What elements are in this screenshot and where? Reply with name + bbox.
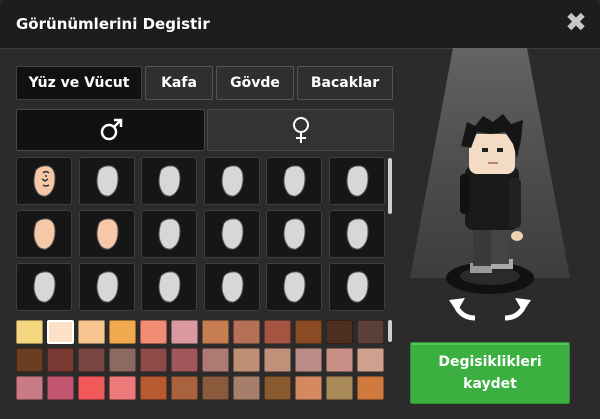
save-changes-button[interactable]: Degisiklikleri kaydet — [410, 342, 570, 404]
face-placeholder-icon — [158, 165, 181, 197]
face-option[interactable] — [266, 157, 322, 205]
face-grid-scrollbar[interactable] — [388, 158, 392, 214]
face-placeholder-icon — [346, 218, 369, 250]
color-swatch[interactable] — [171, 376, 198, 400]
tab-face-body[interactable]: Yüz ve Vücut — [16, 66, 142, 100]
color-swatch[interactable] — [78, 348, 105, 372]
face-option[interactable] — [16, 210, 72, 258]
color-swatch[interactable] — [16, 376, 43, 400]
color-swatch[interactable] — [202, 348, 229, 372]
face-placeholder-icon — [283, 218, 306, 250]
face-option[interactable] — [16, 263, 72, 311]
face-skin-icon — [96, 218, 119, 250]
color-swatch[interactable] — [264, 376, 291, 400]
face-option[interactable] — [141, 157, 197, 205]
color-swatch[interactable] — [357, 376, 384, 400]
color-swatch[interactable] — [295, 376, 322, 400]
face-placeholder-icon — [96, 271, 119, 303]
male-symbol-icon — [100, 118, 122, 141]
color-swatch[interactable] — [357, 348, 384, 372]
color-swatch[interactable] — [233, 320, 260, 344]
save-button-line1: Degisiklikleri — [438, 354, 542, 370]
face-option[interactable] — [79, 263, 135, 311]
face-skin-icon — [33, 218, 56, 250]
color-swatch[interactable] — [233, 376, 260, 400]
face-option[interactable] — [141, 263, 197, 311]
face-option[interactable] — [329, 210, 385, 258]
face-placeholder-icon — [221, 271, 244, 303]
color-swatch[interactable] — [357, 320, 384, 344]
color-swatch[interactable] — [140, 376, 167, 400]
save-button-line2: kaydet — [463, 376, 517, 392]
face-option[interactable] — [141, 210, 197, 258]
color-swatch[interactable] — [326, 320, 353, 344]
color-swatch[interactable] — [78, 376, 105, 400]
color-swatch[interactable] — [202, 320, 229, 344]
window-title: Görünümlerini Degistir — [16, 15, 210, 33]
avatar-preview — [405, 48, 575, 340]
title-bar: Görünümlerini Degistir ✖ — [0, 0, 600, 49]
color-swatch[interactable] — [16, 348, 43, 372]
color-swatch[interactable] — [202, 376, 229, 400]
face-selected-icon — [33, 165, 56, 197]
color-swatch[interactable] — [16, 320, 43, 344]
face-placeholder-icon — [346, 271, 369, 303]
color-swatch[interactable] — [47, 376, 74, 400]
face-placeholder-icon — [33, 271, 56, 303]
color-swatch[interactable] — [109, 320, 136, 344]
color-swatch[interactable] — [47, 320, 74, 344]
face-placeholder-icon — [283, 165, 306, 197]
color-swatch[interactable] — [264, 348, 291, 372]
face-option[interactable] — [204, 263, 260, 311]
color-swatch[interactable] — [171, 320, 198, 344]
face-option[interactable] — [266, 210, 322, 258]
color-swatch[interactable] — [171, 348, 198, 372]
face-option[interactable] — [79, 157, 135, 205]
face-placeholder-icon — [221, 218, 244, 250]
category-tabs: Yüz ve Vücut Kafa Gövde Bacaklar — [16, 66, 393, 100]
color-swatch[interactable] — [47, 348, 74, 372]
face-option[interactable] — [16, 157, 72, 205]
color-swatch[interactable] — [264, 320, 291, 344]
face-option[interactable] — [266, 263, 322, 311]
face-option[interactable] — [329, 157, 385, 205]
face-option[interactable] — [329, 263, 385, 311]
face-placeholder-icon — [158, 271, 181, 303]
palette-scrollbar[interactable] — [388, 320, 392, 342]
color-swatch[interactable] — [140, 320, 167, 344]
color-swatch[interactable] — [109, 376, 136, 400]
face-placeholder-icon — [283, 271, 306, 303]
tab-head[interactable]: Kafa — [145, 66, 213, 100]
gender-male-button[interactable] — [16, 109, 205, 151]
tab-torso[interactable]: Gövde — [216, 66, 294, 100]
face-placeholder-icon — [346, 165, 369, 197]
female-symbol-icon — [292, 117, 309, 143]
face-option[interactable] — [79, 210, 135, 258]
close-icon[interactable]: ✖ — [564, 10, 588, 36]
face-option[interactable] — [204, 157, 260, 205]
face-placeholder-icon — [221, 165, 244, 197]
tab-legs[interactable]: Bacaklar — [297, 66, 393, 100]
face-placeholder-icon — [96, 165, 119, 197]
color-swatch[interactable] — [326, 376, 353, 400]
color-swatch[interactable] — [140, 348, 167, 372]
color-swatch[interactable] — [326, 348, 353, 372]
color-swatch[interactable] — [78, 320, 105, 344]
color-swatch[interactable] — [109, 348, 136, 372]
avatar-editor-window: Görünümlerini Degistir ✖ Yüz ve Vücut Ka… — [0, 0, 600, 419]
color-swatch[interactable] — [295, 320, 322, 344]
gender-female-button[interactable] — [207, 109, 394, 151]
face-placeholder-icon — [158, 218, 181, 250]
color-swatch[interactable] — [295, 348, 322, 372]
face-option[interactable] — [204, 210, 260, 258]
color-swatch[interactable] — [233, 348, 260, 372]
rotate-avatar-icon[interactable] — [449, 298, 531, 321]
